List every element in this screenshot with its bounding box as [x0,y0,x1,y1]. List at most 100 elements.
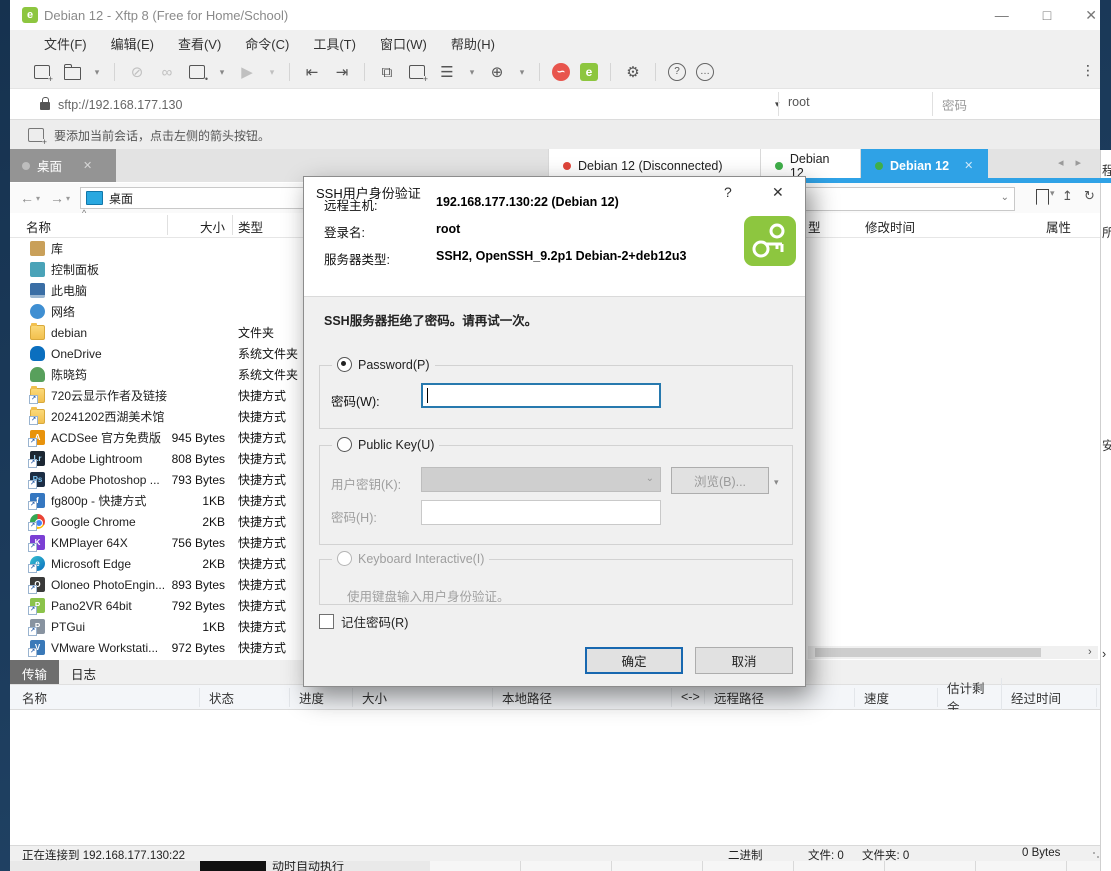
background-clipped-glyph: 安 [1102,435,1111,454]
feedback-icon[interactable]: … [696,63,714,81]
remote-path-combo[interactable]: ⌄ [806,187,1015,211]
background-window-sliver: 程所安› [1100,150,1111,871]
menu-edit[interactable]: 编辑(E) [101,31,164,56]
nav-back-icon[interactable]: ← [20,190,34,206]
maximize-button[interactable]: □ [1043,7,1051,23]
fg800p-shortcut-icon: f [30,493,45,508]
photoshop-shortcut-icon: Ps [30,472,45,487]
transfer-column-大小[interactable]: 大小 [353,688,493,707]
help-icon[interactable]: ? [668,63,686,81]
transfer-column-本地路径[interactable]: 本地路径 [493,688,672,707]
menu-bar: 文件(F) 编辑(E) 查看(V) 命令(C) 工具(T) 窗口(W) 帮助(H… [10,30,1100,56]
open-dropdown-icon[interactable]: ▾ [92,62,102,82]
overflow-kebab-icon[interactable]: ⋮ [1081,62,1095,79]
bookmark-dropdown-icon[interactable]: ▾ [1050,188,1055,199]
scrollbar-thumb[interactable] [815,648,1041,657]
local-tab-desktop[interactable]: 桌面 ✕ [10,149,116,182]
transfer-column-名称[interactable]: 名称 [13,688,200,707]
ok-button[interactable]: 确定 [585,647,683,674]
dialog-help-button[interactable]: ? [724,184,732,200]
remote-file-list [806,238,1100,646]
scrollbar-right-arrow[interactable]: › [1088,646,1092,658]
column-type[interactable]: 类型 [238,217,263,236]
xshell-icon[interactable]: ∽ [552,63,570,81]
list-view-dropdown-icon[interactable]: ▾ [467,62,477,82]
session-properties-icon[interactable]: • [187,62,207,82]
transfer-column-速度[interactable]: 速度 [855,688,938,707]
browse-button[interactable]: 浏览(B)... [671,467,769,494]
keyboard-interactive-radio[interactable] [337,551,352,566]
public-key-radio-row[interactable]: Public Key(U) [332,437,439,452]
dialog-close-button[interactable]: ✕ [772,184,784,201]
nav-forward-icon[interactable]: → [50,190,64,206]
info-bar-text: 要添加当前会话，点击左侧的箭头按钮。 [54,127,270,144]
menu-file[interactable]: 文件(F) [34,31,97,56]
control-panel-icon [30,262,45,277]
column-divider[interactable] [167,215,168,235]
menu-command[interactable]: 命令(C) [235,31,299,56]
username-field[interactable]: root [788,95,810,109]
nav-back-dropdown-icon[interactable]: ▾ [36,194,40,203]
password-input[interactable] [421,383,661,408]
column-type-clipped: 型 [808,217,821,236]
transfer-column-状态[interactable]: 状态 [200,688,290,707]
new-session-icon[interactable]: + [32,62,52,82]
xftp-icon[interactable]: e [580,63,598,81]
transfer-icon[interactable]: ▶ [237,62,257,82]
column-size[interactable]: 大小 [200,217,225,236]
tab-close-icon[interactable]: ✕ [964,159,973,172]
settings-gear-icon[interactable]: ⚙ [623,62,643,82]
tab-scroll-arrows[interactable]: ◂▸ [1058,156,1093,169]
copy-window-icon[interactable]: ⧉ [377,62,397,82]
key-passphrase-input[interactable] [421,500,661,525]
status-bytes: 0 Bytes [1022,847,1060,859]
list-view-icon[interactable]: ☰ [437,62,457,82]
tab-log[interactable]: 日志 [59,660,108,684]
menu-tools[interactable]: 工具(T) [303,31,366,56]
transfer-column-进度[interactable]: 进度 [290,688,353,707]
session-properties-dropdown-icon[interactable]: ▾ [217,62,227,82]
column-divider[interactable] [232,215,233,235]
minimize-button[interactable]: — [995,7,1009,23]
menu-help[interactable]: 帮助(H) [441,31,505,56]
remember-password-checkbox[interactable] [319,614,334,629]
encoding-dropdown-icon[interactable]: ▾ [517,62,527,82]
password-radio[interactable] [337,357,352,372]
column-modified[interactable]: 修改时间 [865,217,915,236]
menu-view[interactable]: 查看(V) [168,31,231,56]
background-window-clipped-text: 动时自动执行 [272,861,344,871]
resize-grip[interactable] [1092,851,1100,859]
transfer-column-远程路径[interactable]: 远程路径 [705,688,855,707]
close-button[interactable]: ✕ [1085,7,1097,24]
user-key-combo[interactable]: ⌄ [421,467,661,492]
shortcut-folder-icon [30,409,45,424]
column-attributes[interactable]: 属性 [1046,217,1071,236]
address-url-input[interactable]: sftp://192.168.177.130 [58,98,182,112]
encoding-globe-icon[interactable]: ⊕ [487,62,507,82]
public-key-radio[interactable] [337,437,352,452]
password-radio-row[interactable]: Password(P) [332,357,435,372]
tab-close-icon[interactable]: ✕ [83,159,92,172]
new-window-icon[interactable]: + [407,62,427,82]
transfer-dropdown-icon[interactable]: ▾ [267,62,277,82]
up-folder-icon[interactable]: ↥ [1062,188,1073,204]
disconnect-icon[interactable]: ⊘ [127,62,147,82]
transfer-column-经过时间[interactable]: 经过时间 [1002,688,1097,707]
open-icon[interactable] [62,62,82,82]
back-icon[interactable]: ⇤ [302,62,322,82]
column-name[interactable]: 名称 [26,217,51,236]
nav-forward-dropdown-icon[interactable]: ▾ [66,194,70,203]
refresh-icon[interactable]: ↻ [1084,188,1095,204]
password-field[interactable]: 密码 [942,95,967,114]
forward-icon[interactable]: ⇥ [332,62,352,82]
background-window-accent [1100,178,1111,183]
keyboard-interactive-radio-row[interactable]: Keyboard Interactive(I) [332,551,489,566]
remember-password-row[interactable]: 记住密码(R) [319,612,408,631]
reconnect-icon[interactable]: ∞ [157,62,177,82]
cancel-button[interactable]: 取消 [695,647,793,674]
menu-window[interactable]: 窗口(W) [370,31,437,56]
transfer-column-<->[interactable]: <-> [672,690,705,704]
browse-dropdown-icon[interactable]: ▾ [774,477,779,488]
tab-transfer[interactable]: 传输 [10,660,59,684]
server-type-label: 服务器类型: [324,249,390,268]
